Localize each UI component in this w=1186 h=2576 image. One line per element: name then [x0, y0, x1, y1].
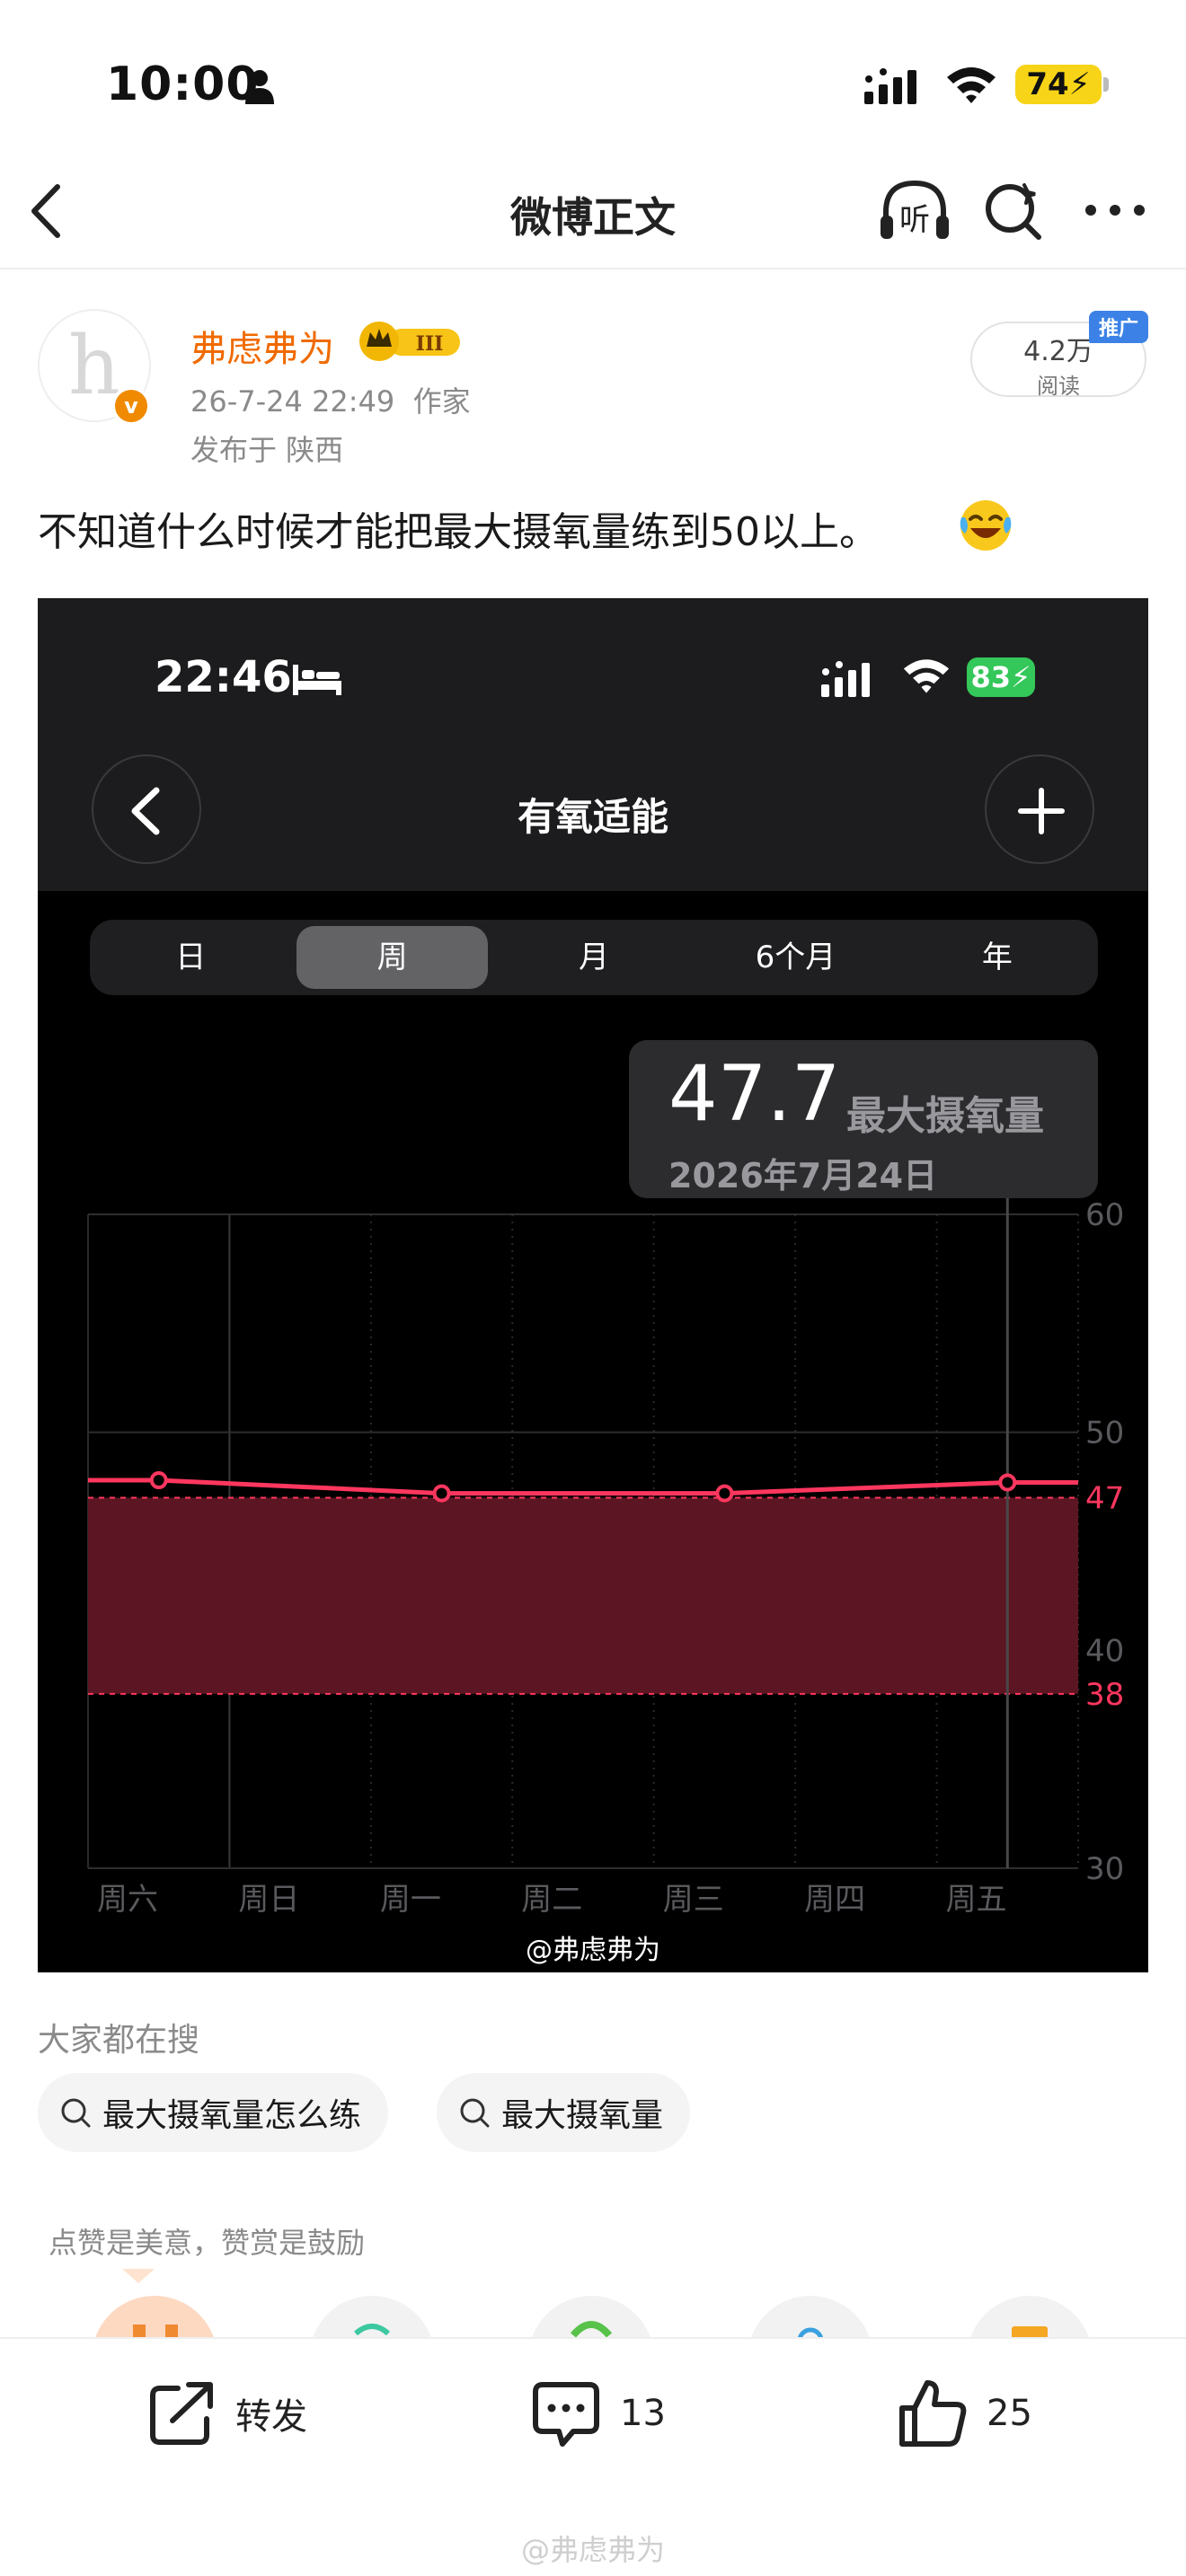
search-chip-label: 最大摄氧量	[501, 2097, 664, 2134]
listen-button[interactable]: 听	[877, 176, 952, 244]
like-button[interactable]: 25	[897, 2373, 1032, 2454]
laughing-tears-emoji-icon	[960, 500, 1012, 551]
post-image[interactable]: 22:46 83 ⚡ 有氧适能 日周月 6个月年 60 50 40 30 47 38 周六 周日周…	[38, 598, 1148, 1972]
reward-option[interactable]	[309, 2296, 435, 2337]
share-icon	[150, 2382, 213, 2445]
repost-label: 转发	[235, 2396, 307, 2438]
vo2max-chart: 60 50 40 30 47 38 周六 周日 周一 周二 周三 周四 周五	[87, 1197, 1124, 1918]
headphones-icon: 听	[881, 180, 949, 239]
y-tick-label: 40	[1085, 1633, 1124, 1669]
image-watermark: @弗虑弗为	[526, 1935, 660, 1966]
search-heading: 大家都在搜	[38, 2022, 200, 2059]
post-location: 发布于 陕西	[190, 433, 344, 467]
comment-count: 13	[620, 2393, 666, 2434]
y-tick-label: 60	[1085, 1197, 1124, 1233]
wifi-icon	[947, 67, 996, 103]
like-count: 25	[987, 2393, 1032, 2434]
reward-text: 点赞是美意，赞赏是鼓励	[49, 2226, 366, 2260]
tooltip-label: 最大摄氧量	[846, 1093, 1044, 1139]
member-level: III	[416, 332, 444, 356]
repost-button[interactable]: 转发	[146, 2373, 307, 2454]
comment-icon	[533, 2382, 599, 2447]
x-tick-label: 周三	[663, 1882, 724, 1918]
reward-option[interactable]	[528, 2296, 654, 2337]
range-label: 47	[1085, 1480, 1124, 1516]
search-icon	[460, 2098, 490, 2128]
x-tick-label: 周六	[97, 1882, 158, 1918]
battery-tip	[1103, 77, 1109, 92]
footer-watermark: @弗虑弗为	[520, 2533, 665, 2567]
author-name[interactable]: 弗虑弗为	[190, 320, 334, 372]
y-tick-label: 30	[1085, 1851, 1124, 1887]
battery-indicator: 74 ⚡	[1015, 65, 1102, 104]
x-tick-label: 周五	[946, 1882, 1007, 1918]
search-chip-label: 最大摄氧量怎么练	[102, 2097, 362, 2134]
member-crown-icon[interactable]: III	[358, 320, 464, 363]
tooltip-value: 47.7	[668, 1049, 841, 1139]
more-icon[interactable]	[1084, 203, 1146, 217]
listen-label: 听	[899, 202, 930, 238]
reward-option[interactable]	[92, 2296, 217, 2337]
thumbs-up-icon	[899, 2380, 967, 2447]
reward-options[interactable]	[0, 2269, 1186, 2337]
x-tick-label: 周一	[380, 1882, 441, 1918]
range-band	[88, 1497, 1078, 1694]
x-tick-label: 周日	[238, 1882, 299, 1918]
y-tick-label: 50	[1085, 1416, 1124, 1451]
status-time: 10:00	[106, 57, 260, 111]
data-point	[998, 1473, 1017, 1492]
series-line	[88, 1478, 1078, 1496]
person-icon	[245, 70, 274, 104]
x-tick-label: 周四	[804, 1882, 865, 1918]
post-text: 不知道什么时候才能把最大摄氧量练到50以上。	[38, 509, 879, 555]
data-point	[715, 1484, 734, 1503]
signal-icon	[864, 68, 916, 104]
verified-badge: v	[111, 386, 151, 426]
tooltip-date: 2026年7月24日	[668, 1156, 938, 1195]
search-chip[interactable]: 最大摄氧量	[437, 2073, 691, 2152]
x-tick-label: 周二	[521, 1882, 582, 1918]
data-point	[149, 1471, 168, 1490]
search-icon	[61, 2098, 91, 2128]
comment-button[interactable]: 13	[530, 2373, 666, 2454]
search-chip[interactable]: 最大摄氧量怎么练	[38, 2073, 389, 2152]
promo-tag: 推广	[1089, 311, 1148, 343]
search-icon[interactable]	[983, 180, 1044, 241]
nav-divider	[0, 268, 1186, 269]
data-point	[432, 1484, 451, 1503]
reads-label: 阅读	[1037, 374, 1080, 399]
range-label: 38	[1085, 1677, 1124, 1713]
post-meta: 26-7-24 22:49 作家	[190, 384, 471, 419]
